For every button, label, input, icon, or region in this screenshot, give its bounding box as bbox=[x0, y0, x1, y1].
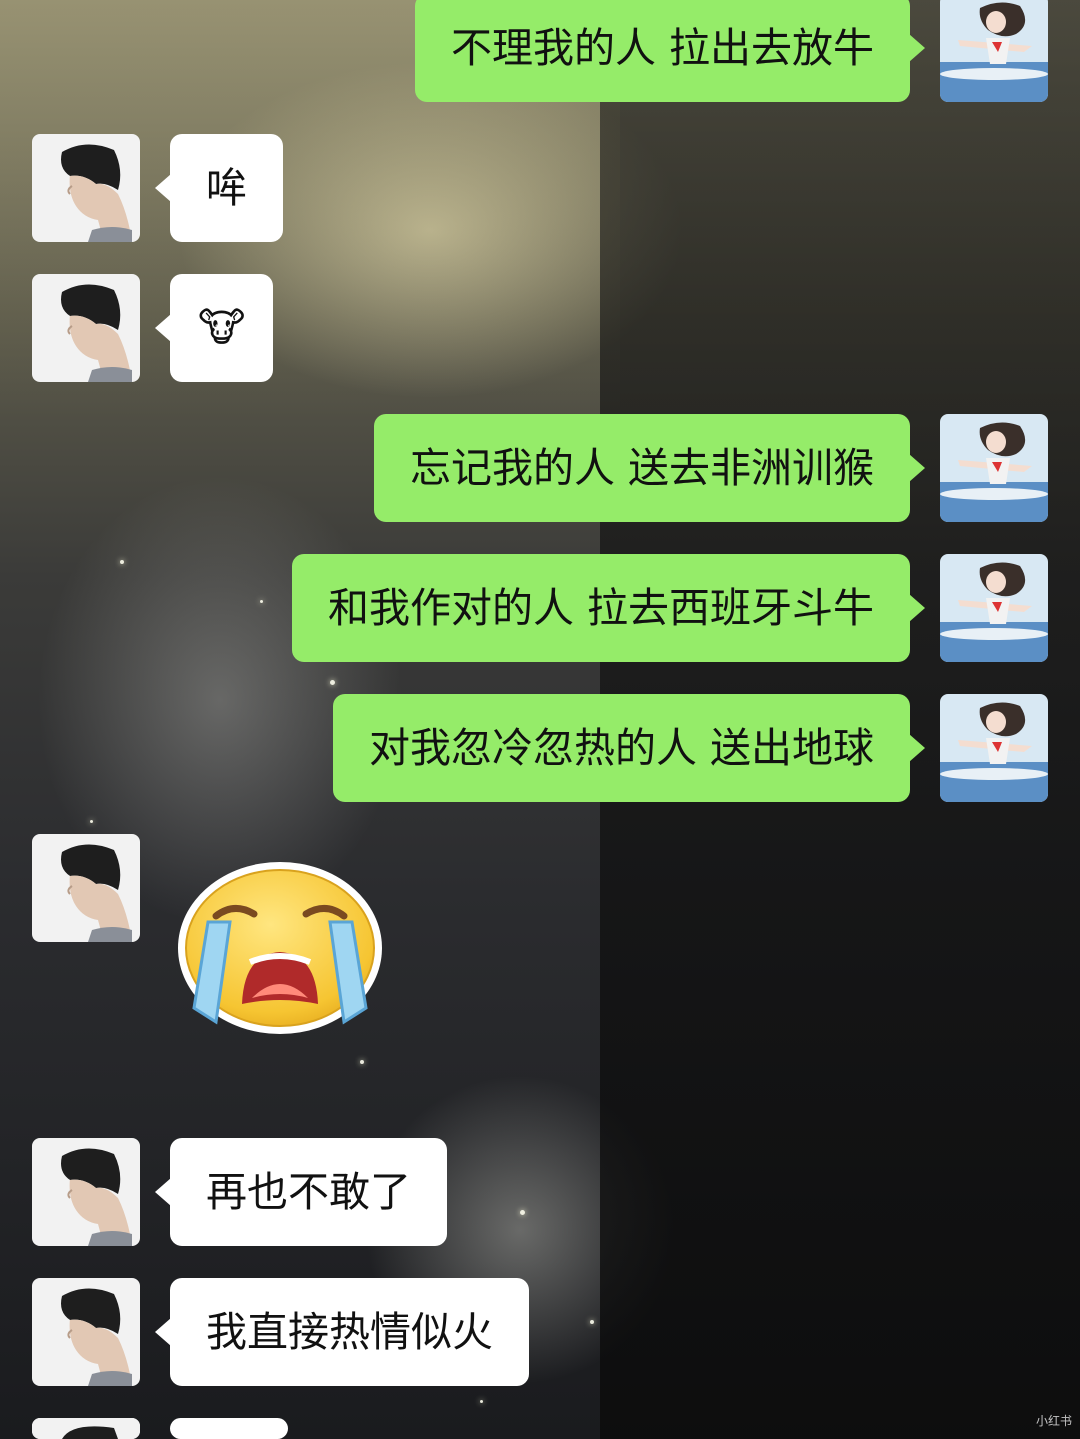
message-row: 再也不敢了 bbox=[0, 1138, 1080, 1246]
incoming-message-bubble[interactable]: 🐮 bbox=[154, 274, 274, 382]
anime-girl-avatar[interactable] bbox=[940, 694, 1048, 802]
water-sparkle bbox=[90, 820, 93, 823]
anime-girl-avatar[interactable] bbox=[940, 554, 1048, 662]
crying-face-sticker[interactable] bbox=[172, 858, 388, 1038]
outgoing-message-bubble[interactable]: 对我忽冷忽热的人 送出地球 bbox=[332, 694, 926, 802]
man-profile-avatar-image bbox=[32, 274, 140, 382]
man-profile-avatar[interactable] bbox=[32, 274, 140, 382]
message-row bbox=[0, 834, 1080, 1044]
man-profile-avatar-image bbox=[32, 834, 140, 942]
outgoing-message-bubble[interactable]: 忘记我的人 送去非洲训猴 bbox=[373, 414, 926, 522]
message-row: 我直接热情似火 bbox=[0, 1278, 1080, 1386]
man-profile-avatar[interactable] bbox=[32, 1138, 140, 1246]
message-row: 不理我的人 拉出去放牛 bbox=[0, 0, 1080, 104]
water-sparkle bbox=[330, 680, 335, 685]
water-sparkle bbox=[480, 1400, 483, 1403]
message-row: 和我作对的人 拉去西班牙斗牛 bbox=[0, 554, 1080, 662]
anime-girl-avatar-image bbox=[940, 414, 1048, 522]
message-row: 忘记我的人 送去非洲训猴 bbox=[0, 414, 1080, 522]
outgoing-message-bubble[interactable]: 和我作对的人 拉去西班牙斗牛 bbox=[291, 554, 926, 662]
cow-face-icon: 🐮 bbox=[198, 305, 246, 351]
man-profile-avatar[interactable] bbox=[32, 134, 140, 242]
incoming-message-bubble[interactable]: 哞 bbox=[155, 134, 283, 242]
watermark: 小红书 bbox=[1035, 1414, 1072, 1428]
anime-girl-avatar-image bbox=[940, 694, 1048, 802]
man-profile-avatar[interactable] bbox=[32, 1418, 140, 1439]
outgoing-message-bubble[interactable]: 不理我的人 拉出去放牛 bbox=[414, 0, 926, 102]
incoming-message-bubble[interactable]: 再也不敢了 bbox=[155, 1138, 447, 1246]
water-sparkle bbox=[360, 1060, 364, 1064]
anime-girl-avatar[interactable] bbox=[940, 0, 1048, 102]
man-profile-avatar[interactable] bbox=[32, 1278, 140, 1386]
incoming-message-bubble[interactable] bbox=[170, 1418, 288, 1439]
anime-girl-avatar-image bbox=[940, 554, 1048, 662]
incoming-message-bubble[interactable]: 我直接热情似火 bbox=[155, 1278, 529, 1386]
message-row: 哞 bbox=[0, 134, 1080, 242]
man-profile-avatar-image bbox=[32, 1278, 140, 1386]
anime-girl-avatar-image bbox=[940, 0, 1048, 102]
man-profile-avatar-image bbox=[32, 1418, 140, 1439]
man-profile-avatar-image bbox=[32, 1138, 140, 1246]
message-row: 对我忽冷忽热的人 送出地球 bbox=[0, 694, 1080, 802]
man-profile-avatar[interactable] bbox=[32, 834, 140, 942]
anime-girl-avatar[interactable] bbox=[940, 414, 1048, 522]
message-row: 🐮 bbox=[0, 274, 1080, 382]
man-profile-avatar-image bbox=[32, 134, 140, 242]
message-row-partial bbox=[0, 1418, 1080, 1439]
